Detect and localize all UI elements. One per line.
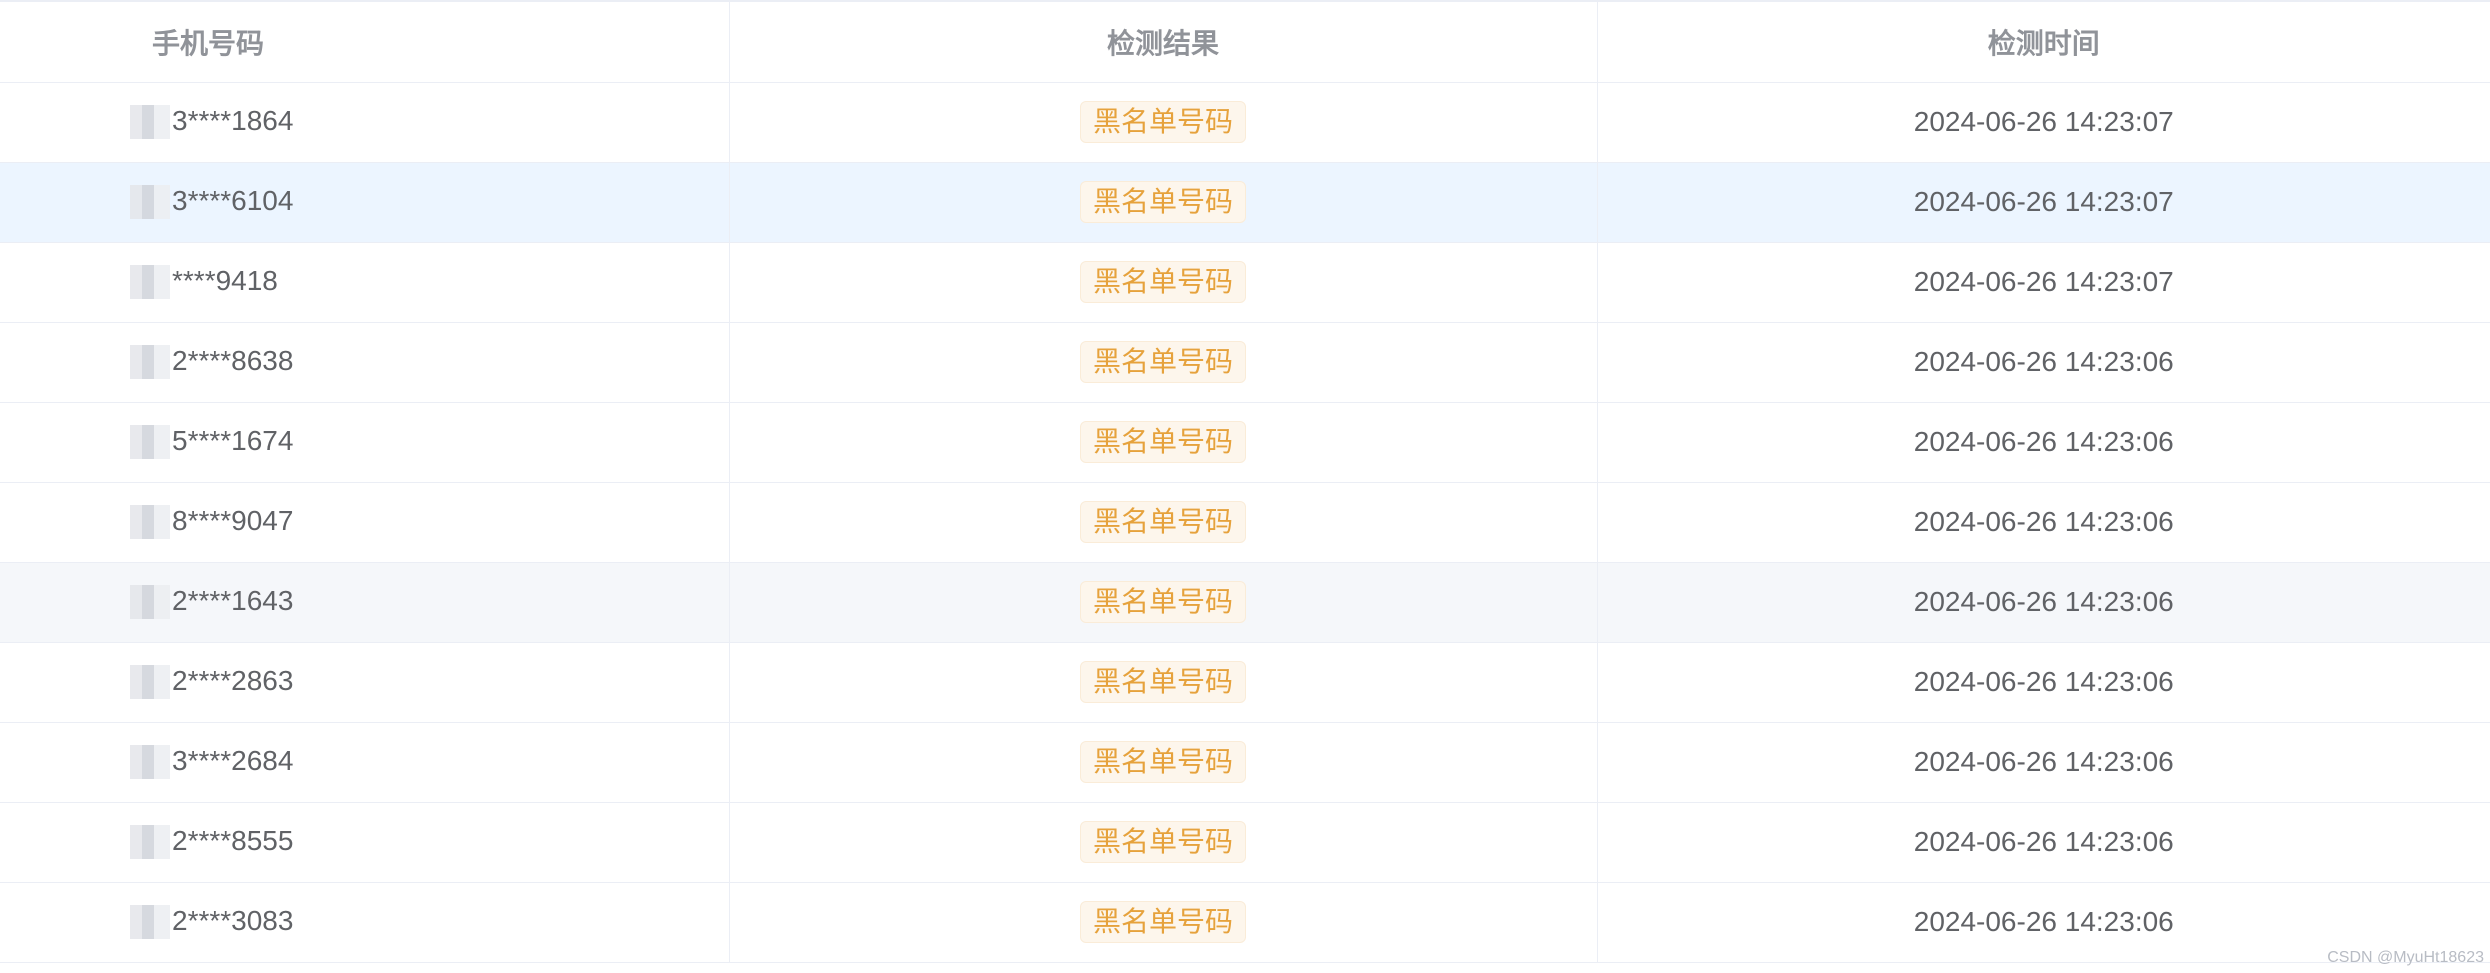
result-cell: 黑名单号码 bbox=[728, 882, 1597, 963]
status-tag: 黑名单号码 bbox=[1079, 421, 1246, 463]
redaction-mask bbox=[130, 665, 170, 700]
phone-cell: 8****9047 bbox=[0, 482, 729, 563]
redaction-mask bbox=[130, 745, 170, 780]
redaction-mask bbox=[130, 105, 170, 140]
table-row[interactable]: 3****1864 黑名单号码 2024-06-26 14:23:07 bbox=[0, 82, 2490, 163]
phone-cell: 3****1864 bbox=[0, 82, 729, 163]
table-row[interactable]: 2****8555 黑名单号码 2024-06-26 14:23:06 bbox=[0, 802, 2490, 883]
status-tag: 黑名单号码 bbox=[1079, 661, 1246, 703]
status-tag: 黑名单号码 bbox=[1079, 741, 1246, 783]
time-cell: 2024-06-26 14:23:07 bbox=[1596, 162, 2490, 243]
phone-cell: ****9418 bbox=[0, 242, 729, 323]
phone-cell: 2****8555 bbox=[0, 802, 729, 883]
phone-number: 5****1674 bbox=[172, 424, 294, 456]
phone-cell: 3****2684 bbox=[0, 722, 729, 803]
status-tag: 黑名单号码 bbox=[1079, 181, 1246, 223]
phone-cell: 3****6104 bbox=[0, 162, 729, 243]
table-row[interactable]: 3****2684 黑名单号码 2024-06-26 14:23:06 bbox=[0, 722, 2490, 803]
column-header-phone[interactable]: 手机号码 bbox=[0, 0, 729, 83]
table-row[interactable]: 8****9047 黑名单号码 2024-06-26 14:23:06 bbox=[0, 482, 2490, 563]
table-row[interactable]: 2****1643 黑名单号码 2024-06-26 14:23:06 bbox=[0, 562, 2490, 643]
phone-number: 2****3083 bbox=[172, 904, 294, 936]
table-row[interactable]: 5****1674 黑名单号码 2024-06-26 14:23:06 bbox=[0, 402, 2490, 483]
time-cell: 2024-06-26 14:23:06 bbox=[1596, 802, 2490, 883]
time-cell: 2024-06-26 14:23:06 bbox=[1596, 722, 2490, 803]
table-body: 3****1864 黑名单号码 2024-06-26 14:23:07 3***… bbox=[0, 82, 2490, 963]
time-cell: 2024-06-26 14:23:06 bbox=[1596, 402, 2490, 483]
phone-number: 3****2684 bbox=[172, 744, 294, 776]
phone-number: 2****2863 bbox=[172, 664, 294, 696]
table-row[interactable]: 3****6104 黑名单号码 2024-06-26 14:23:07 bbox=[0, 162, 2490, 243]
result-cell: 黑名单号码 bbox=[728, 242, 1597, 323]
results-table: 手机号码 检测结果 检测时间 3****1864 黑名单号码 2024-06-2… bbox=[0, 0, 2490, 963]
header-row: 手机号码 检测结果 检测时间 bbox=[0, 0, 2490, 83]
result-cell: 黑名单号码 bbox=[728, 722, 1597, 803]
phone-number: 2****1643 bbox=[172, 584, 294, 616]
phone-cell: 2****8638 bbox=[0, 322, 729, 403]
redaction-mask bbox=[130, 505, 170, 540]
status-tag: 黑名单号码 bbox=[1079, 101, 1246, 143]
redaction-mask bbox=[130, 185, 170, 220]
time-cell: 2024-06-26 14:23:06 bbox=[1596, 322, 2490, 403]
status-tag: 黑名单号码 bbox=[1079, 581, 1246, 623]
status-tag: 黑名单号码 bbox=[1079, 261, 1246, 303]
redaction-mask bbox=[130, 905, 170, 940]
phone-number: 3****6104 bbox=[172, 184, 294, 216]
redaction-mask bbox=[130, 425, 170, 460]
column-header-time[interactable]: 检测时间 bbox=[1596, 0, 2490, 83]
time-cell: 2024-06-26 14:23:07 bbox=[1596, 242, 2490, 323]
table-row[interactable]: 2****2863 黑名单号码 2024-06-26 14:23:06 bbox=[0, 642, 2490, 723]
redaction-mask bbox=[130, 345, 170, 380]
result-cell: 黑名单号码 bbox=[728, 162, 1597, 243]
table-row[interactable]: ****9418 黑名单号码 2024-06-26 14:23:07 bbox=[0, 242, 2490, 323]
table-row[interactable]: 2****3083 黑名单号码 2024-06-26 14:23:06 bbox=[0, 882, 2490, 963]
status-tag: 黑名单号码 bbox=[1079, 501, 1246, 543]
phone-cell: 2****3083 bbox=[0, 882, 729, 963]
time-cell: 2024-06-26 14:23:06 bbox=[1596, 562, 2490, 643]
status-tag: 黑名单号码 bbox=[1079, 901, 1246, 943]
phone-cell: 2****1643 bbox=[0, 562, 729, 643]
phone-cell: 5****1674 bbox=[0, 402, 729, 483]
result-cell: 黑名单号码 bbox=[728, 482, 1597, 563]
phone-number: 8****9047 bbox=[172, 504, 294, 536]
column-header-result[interactable]: 检测结果 bbox=[728, 0, 1597, 83]
result-cell: 黑名单号码 bbox=[728, 322, 1597, 403]
phone-cell: 2****2863 bbox=[0, 642, 729, 723]
status-tag: 黑名单号码 bbox=[1079, 341, 1246, 383]
redaction-mask bbox=[130, 825, 170, 860]
result-cell: 黑名单号码 bbox=[728, 402, 1597, 483]
table-row[interactable]: 2****8638 黑名单号码 2024-06-26 14:23:06 bbox=[0, 322, 2490, 403]
time-cell: 2024-06-26 14:23:06 bbox=[1596, 482, 2490, 563]
phone-number: 3****1864 bbox=[172, 104, 294, 136]
watermark: CSDN @MyuHt18623 bbox=[2327, 949, 2484, 966]
result-cell: 黑名单号码 bbox=[728, 82, 1597, 163]
result-cell: 黑名单号码 bbox=[728, 642, 1597, 723]
result-cell: 黑名单号码 bbox=[728, 802, 1597, 883]
status-tag: 黑名单号码 bbox=[1079, 821, 1246, 863]
time-cell: 2024-06-26 14:23:07 bbox=[1596, 82, 2490, 163]
phone-number: 2****8555 bbox=[172, 824, 294, 856]
phone-number: 2****8638 bbox=[172, 344, 294, 376]
phone-number: ****9418 bbox=[172, 264, 278, 296]
time-cell: 2024-06-26 14:23:06 bbox=[1596, 642, 2490, 723]
detection-result-table: 手机号码 检测结果 检测时间 3****1864 黑名单号码 2024-06-2… bbox=[0, 0, 2490, 973]
redaction-mask bbox=[130, 585, 170, 620]
table-header: 手机号码 检测结果 检测时间 bbox=[0, 0, 2490, 83]
redaction-mask bbox=[130, 265, 170, 300]
result-cell: 黑名单号码 bbox=[728, 562, 1597, 643]
